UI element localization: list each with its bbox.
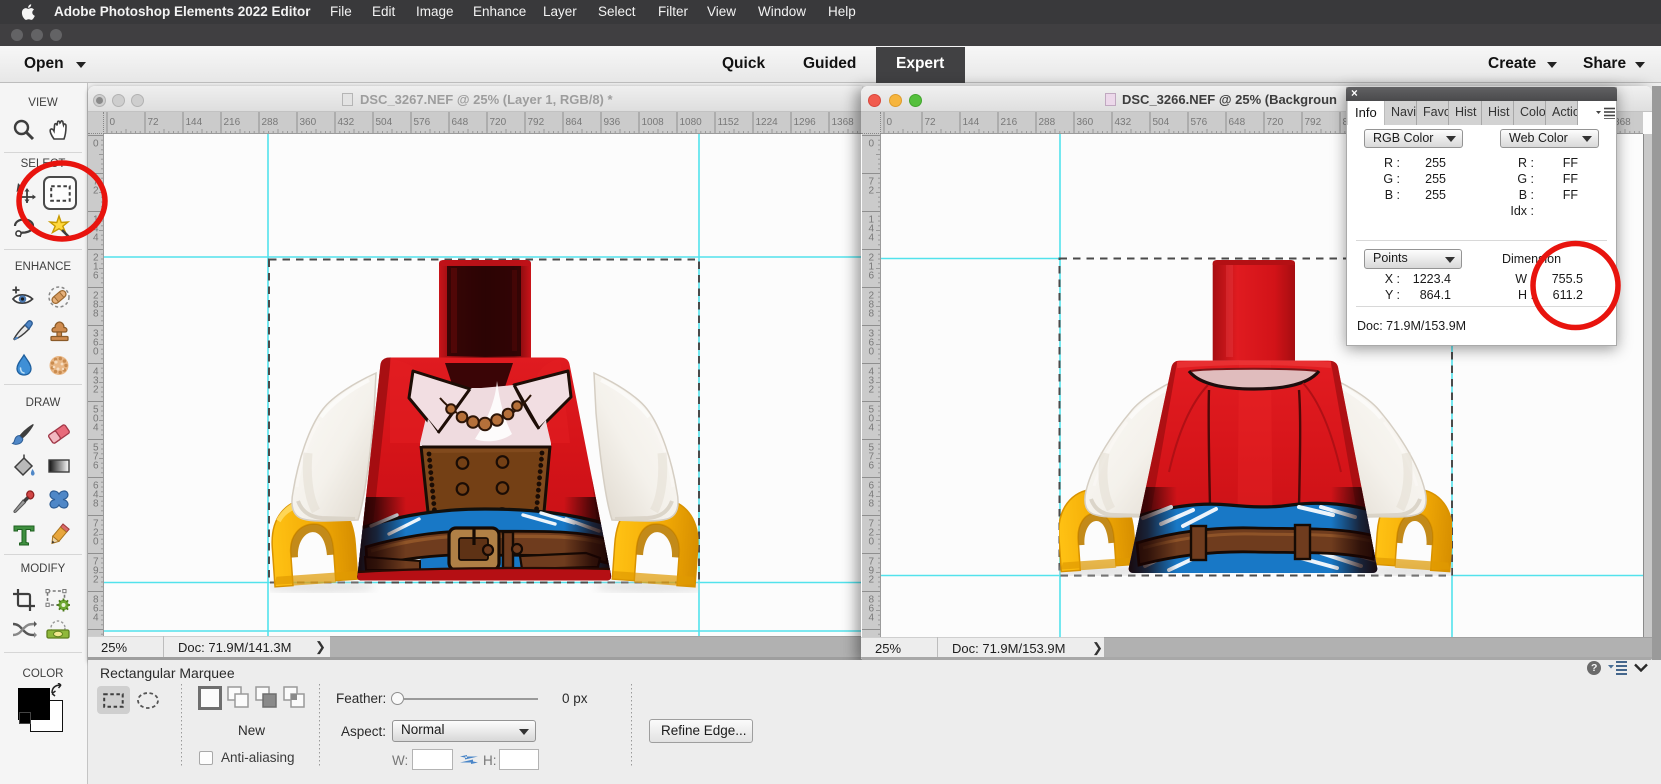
svg-text:0: 0 [93, 537, 99, 548]
svg-text:288: 288 [262, 117, 279, 128]
svg-text:72: 72 [925, 117, 937, 128]
svg-text:8: 8 [93, 499, 99, 510]
svg-text:1368: 1368 [832, 117, 855, 128]
svg-text:504: 504 [376, 117, 393, 128]
svg-text:144: 144 [186, 117, 203, 128]
svg-text:6: 6 [869, 271, 875, 282]
svg-text:216: 216 [224, 117, 241, 128]
svg-text:360: 360 [1077, 117, 1094, 128]
svg-text:1296: 1296 [794, 117, 817, 128]
svg-text:648: 648 [1229, 117, 1246, 128]
svg-text:0: 0 [869, 347, 875, 358]
svg-text:8: 8 [869, 499, 875, 510]
svg-text:0: 0 [110, 117, 116, 128]
svg-text:4: 4 [869, 233, 875, 244]
svg-text:4: 4 [93, 613, 99, 624]
svg-text:2: 2 [869, 575, 875, 586]
svg-text:1224: 1224 [756, 117, 779, 128]
svg-text:0: 0 [869, 537, 875, 548]
svg-text:72: 72 [148, 117, 160, 128]
svg-text:4: 4 [869, 423, 875, 434]
svg-text:864: 864 [566, 117, 583, 128]
svg-text:6: 6 [93, 271, 99, 282]
svg-text:2: 2 [93, 575, 99, 586]
svg-text:792: 792 [528, 117, 545, 128]
svg-text:360: 360 [300, 117, 317, 128]
svg-text:0: 0 [869, 139, 875, 150]
svg-text:1008: 1008 [642, 117, 665, 128]
svg-text:216: 216 [1001, 117, 1018, 128]
svg-text:2: 2 [93, 385, 99, 396]
svg-text:648: 648 [452, 117, 469, 128]
svg-text:288: 288 [1039, 117, 1056, 128]
svg-text:936: 936 [604, 117, 621, 128]
svg-text:720: 720 [1267, 117, 1284, 128]
svg-text:1152: 1152 [718, 117, 740, 128]
svg-text:0: 0 [93, 347, 99, 358]
svg-text:1080: 1080 [680, 117, 703, 128]
svg-text:4: 4 [869, 613, 875, 624]
svg-text:8: 8 [869, 309, 875, 320]
svg-text:0: 0 [93, 139, 99, 150]
svg-text:720: 720 [490, 117, 507, 128]
svg-text:6: 6 [93, 461, 99, 472]
svg-text:432: 432 [338, 117, 355, 128]
svg-text:792: 792 [1305, 117, 1322, 128]
svg-text:6: 6 [869, 461, 875, 472]
svg-text:2: 2 [869, 385, 875, 396]
svg-text:2: 2 [869, 186, 875, 197]
svg-text:576: 576 [414, 117, 431, 128]
svg-text:432: 432 [1115, 117, 1132, 128]
svg-text:504: 504 [1153, 117, 1170, 128]
svg-text:4: 4 [93, 423, 99, 434]
svg-text:8: 8 [93, 309, 99, 320]
svg-text:0: 0 [887, 117, 893, 128]
svg-text:576: 576 [1191, 117, 1208, 128]
svg-text:144: 144 [963, 117, 980, 128]
